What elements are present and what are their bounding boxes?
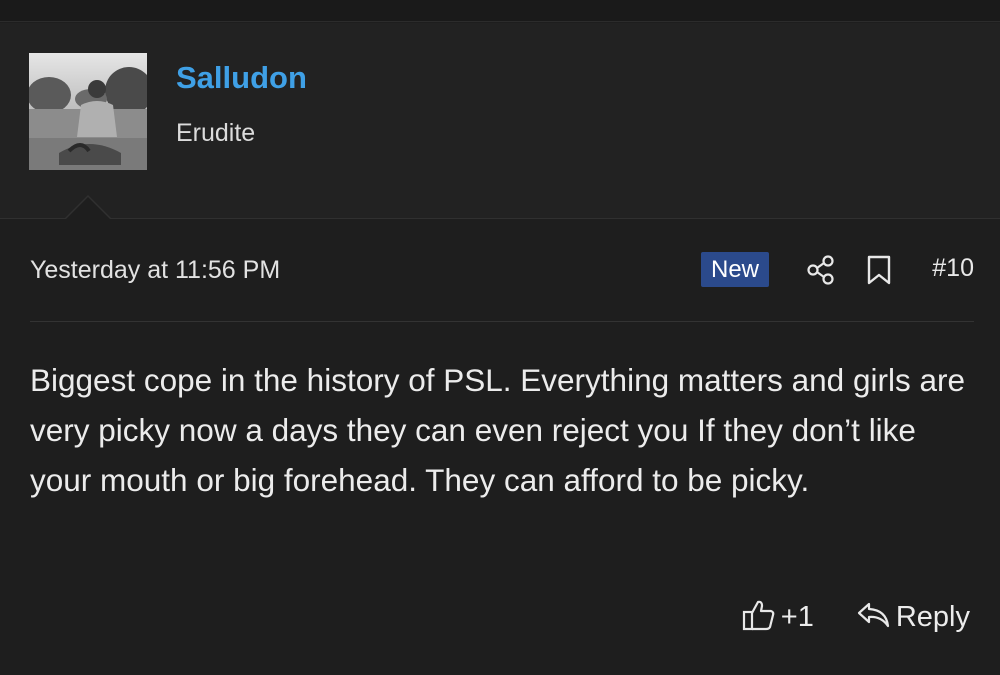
meta-divider [30, 321, 974, 322]
share-icon[interactable] [806, 254, 836, 291]
header-divider [0, 218, 1000, 219]
bookmark-icon[interactable] [866, 254, 892, 291]
like-count: +1 [780, 600, 814, 633]
user-title: Erudite [176, 119, 256, 147]
new-badge: New [701, 252, 770, 287]
post-body-text: Biggest cope in the history of PSL. Ever… [30, 362, 965, 498]
post-meta-row: Yesterday at 11:56 PM New #10 [30, 250, 974, 290]
post-actions: +1 Reply [741, 597, 970, 637]
reply-arrow-icon [856, 600, 892, 635]
username-link[interactable]: Salludon [176, 60, 307, 96]
top-strip [0, 0, 1000, 22]
post-number-link[interactable]: #10 [932, 254, 974, 283]
reply-label: Reply [895, 600, 970, 633]
thumbs-up-icon [741, 598, 777, 637]
avatar-photo-icon [29, 53, 147, 170]
post-user-header: Salludon Erudite [0, 23, 1000, 218]
reply-button[interactable]: Reply [856, 600, 970, 635]
forum-post-page: Salludon Erudite Yesterday at 11:56 PM N… [0, 0, 1000, 675]
like-button[interactable]: +1 [741, 598, 814, 637]
post-timestamp[interactable]: Yesterday at 11:56 PM [30, 256, 280, 285]
user-avatar[interactable] [29, 53, 147, 170]
header-pointer-fill [65, 197, 111, 220]
